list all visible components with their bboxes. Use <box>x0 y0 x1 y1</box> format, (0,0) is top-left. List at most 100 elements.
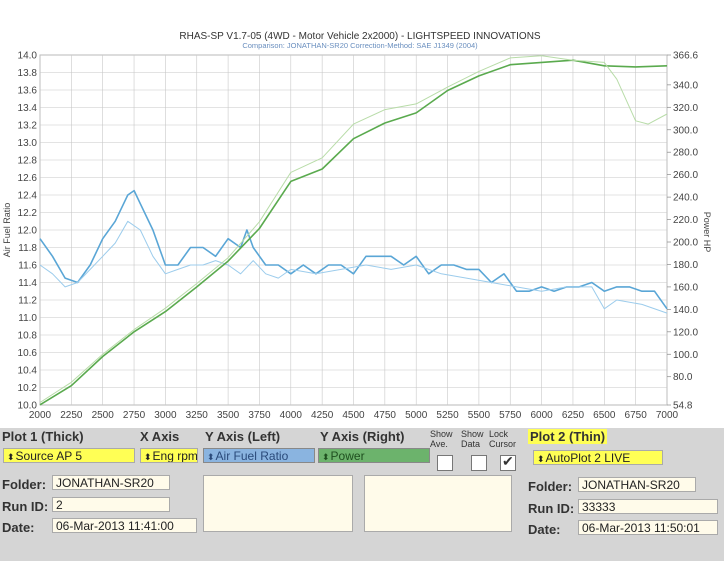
y-axis-right-select[interactable]: ⬍Power <box>318 448 430 463</box>
y-left-tick-label: 11.0 <box>18 313 37 324</box>
folder-field-left[interactable]: JONATHAN-SR20 <box>52 475 170 490</box>
y-left-tick-label: 13.2 <box>18 121 38 132</box>
x-tick-label: 4750 <box>374 410 397 421</box>
lock-cursor-checkbox[interactable]: ✔ <box>500 453 516 471</box>
date-field-right[interactable]: 06-Mar-2013 11:50:01 <box>578 520 718 535</box>
y-left-tick-label: 11.6 <box>18 261 37 272</box>
y-left-tick-label: 11.8 <box>18 243 37 254</box>
x-tick-label: 6250 <box>562 410 585 421</box>
date-label-right: Date: <box>528 522 561 537</box>
y-left-tick-label: 10.6 <box>18 348 38 359</box>
x-axis-label: X Axis <box>140 429 180 444</box>
folder-label-right: Folder: <box>528 479 573 494</box>
checkmark-icon: ✔ <box>502 453 514 469</box>
y-right-tick-label: 100.0 <box>673 350 698 361</box>
y-right-tick-label: 320.0 <box>673 103 698 114</box>
y-right-tick-label: 54.8 <box>673 401 693 412</box>
y-right-tick-label: 80.0 <box>673 372 693 383</box>
y-left-tick-label: 11.2 <box>18 296 37 307</box>
y-right-tick-label: 200.0 <box>673 238 698 249</box>
notes-box-2[interactable] <box>364 475 512 532</box>
x-tick-label: 4250 <box>311 410 334 421</box>
show-ave-label: Show Ave. <box>430 429 453 449</box>
y-right-tick-label: 280.0 <box>673 148 698 159</box>
date-field-left[interactable]: 06-Mar-2013 11:41:00 <box>52 518 197 533</box>
y-left-tick-label: 11.4 <box>18 278 37 289</box>
folder-label-left: Folder: <box>2 477 47 492</box>
y-left-tick-label: 10.4 <box>18 366 38 377</box>
x-tick-label: 5750 <box>499 410 522 421</box>
control-panel: Plot 1 (Thick) X Axis Y Axis (Left) Y Ax… <box>0 428 724 561</box>
y-right-tick-label: 340.0 <box>673 80 698 91</box>
spinner-icon: ⬍ <box>537 454 545 464</box>
x-tick-label: 2750 <box>123 410 146 421</box>
notes-box-1[interactable] <box>203 475 353 532</box>
y-left-axis-ticks: 10.0 10.2 10.4 10.6 10.8 11.0 11.2 11.4 11.6 11.8… <box>18 51 38 412</box>
grid-lines <box>39 54 668 406</box>
spinner-icon: ⬍ <box>144 452 152 462</box>
dyno-chart: RHAS-SP V1.7-05 (4WD - Motor Vehicle 2x2… <box>0 0 724 430</box>
y-right-tick-label: 180.0 <box>673 260 698 271</box>
y-right-tick-label: 140.0 <box>673 305 698 316</box>
x-tick-label: 3250 <box>186 410 209 421</box>
runid-field-right[interactable]: 33333 <box>578 499 718 514</box>
y-right-tick-label: 366.6 <box>673 51 698 62</box>
x-tick-label: 6750 <box>625 410 648 421</box>
x-tick-label: 5500 <box>468 410 491 421</box>
show-data-checkbox[interactable] <box>471 455 487 471</box>
x-tick-label: 6000 <box>530 410 553 421</box>
y-right-tick-label: 120.0 <box>673 327 698 338</box>
y-right-tick-label: 160.0 <box>673 282 698 293</box>
spinner-icon: ⬍ <box>207 452 215 462</box>
x-tick-label: 4000 <box>280 410 303 421</box>
plot2-select[interactable]: ⬍AutoPlot 2 LIVE <box>533 450 663 465</box>
y-left-tick-label: 12.0 <box>18 226 38 237</box>
y-left-tick-label: 12.2 <box>18 208 38 219</box>
x-tick-label: 2250 <box>60 410 83 421</box>
x-axis-ticks: 2000 2250 2500 2750 3000 3250 3500 3750 4000 4250… <box>29 410 679 421</box>
x-tick-label: 2500 <box>92 410 115 421</box>
y-axis-left-label: Y Axis (Left) <box>205 429 281 444</box>
y-left-tick-label: 10.2 <box>18 383 38 394</box>
x-tick-label: 2000 <box>29 410 52 421</box>
x-tick-label: 3500 <box>217 410 240 421</box>
y-left-tick-label: 12.4 <box>18 191 38 202</box>
y-left-tick-label: 13.6 <box>18 86 38 97</box>
y-left-tick-label: 10.0 <box>18 401 38 412</box>
runid-field-left[interactable]: 2 <box>52 497 170 512</box>
spinner-icon: ⬍ <box>322 452 330 462</box>
y-left-tick-label: 12.6 <box>18 173 38 184</box>
y-right-tick-label: 240.0 <box>673 193 698 204</box>
runid-label-left: Run ID: <box>2 499 49 514</box>
x-tick-label: 3000 <box>154 410 177 421</box>
x-axis-select[interactable]: ⬍Eng rpm <box>140 448 198 463</box>
y-right-tick-label: 260.0 <box>673 170 698 181</box>
y-left-axis-label: Air Fuel Ratio <box>2 203 12 258</box>
x-tick-label: 7000 <box>656 410 679 421</box>
lock-cursor-label: Lock Cursor <box>489 429 517 449</box>
chart-subtitle: Comparison: JONATHAN-SR20 Correction-Met… <box>242 41 478 50</box>
y-left-tick-label: 13.4 <box>18 103 38 114</box>
y-right-tick-label: 220.0 <box>673 215 698 226</box>
folder-field-right[interactable]: JONATHAN-SR20 <box>578 477 696 492</box>
y-axis-right-label: Y Axis (Right) <box>320 429 405 444</box>
y-right-axis-label: Power HP <box>702 212 712 253</box>
x-tick-label: 3750 <box>248 410 271 421</box>
y-left-tick-label: 13.0 <box>18 138 38 149</box>
date-label-left: Date: <box>2 520 35 535</box>
runid-label-right: Run ID: <box>528 501 575 516</box>
show-ave-checkbox[interactable] <box>437 455 453 471</box>
y-left-tick-label: 14.0 <box>18 51 38 62</box>
x-tick-label: 5000 <box>405 410 428 421</box>
y-right-tick-label: 300.0 <box>673 125 698 136</box>
x-tick-label: 6500 <box>593 410 616 421</box>
x-tick-label: 5250 <box>436 410 459 421</box>
plot1-label: Plot 1 (Thick) <box>2 429 84 444</box>
y-left-tick-label: 13.8 <box>18 68 38 79</box>
plot2-label: Plot 2 (Thin) <box>528 429 608 444</box>
source-select[interactable]: ⬍Source AP 5 <box>3 448 135 463</box>
spinner-icon: ⬍ <box>7 452 15 462</box>
y-left-tick-label: 12.8 <box>18 156 38 167</box>
y-axis-left-select[interactable]: ⬍Air Fuel Ratio <box>203 448 315 463</box>
x-tick-label: 4500 <box>342 410 365 421</box>
